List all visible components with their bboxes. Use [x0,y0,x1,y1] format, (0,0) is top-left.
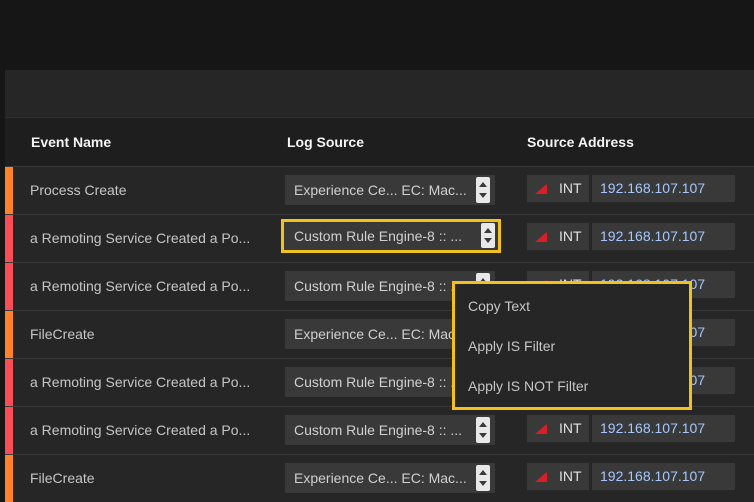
table-row[interactable]: Process Create Experience Ce... EC: Mac..… [5,166,754,214]
severity-indicator [5,359,13,406]
stepper-icon[interactable] [481,223,495,248]
warning-triangle-icon [535,472,547,482]
table-row[interactable]: a Remoting Service Created a Po... Custom… [5,406,754,454]
chevron-down-icon[interactable] [479,433,487,438]
network-type-label: INT [559,228,582,244]
menu-item-copy-text[interactable]: Copy Text [468,298,530,314]
warning-triangle-icon [535,184,547,194]
menu-item-apply-is-not-filter[interactable]: Apply IS NOT Filter [468,378,588,394]
severity-indicator [5,407,13,454]
event-name-cell[interactable]: a Remoting Service Created a Po... [30,359,250,406]
chevron-up-icon[interactable] [479,470,487,475]
column-header-event-name[interactable]: Event Name [31,118,111,166]
source-ip-link[interactable]: 192.168.107.107 [600,175,705,202]
stepper-icon[interactable] [476,417,490,443]
chevron-down-icon[interactable] [479,481,487,486]
chevron-up-icon[interactable] [479,422,487,427]
top-bar [0,0,754,70]
stepper-icon[interactable] [476,465,490,491]
severity-indicator [5,311,13,358]
source-ip-field[interactable]: 192.168.107.107 [592,223,735,250]
chevron-up-icon[interactable] [479,182,487,187]
log-source-field[interactable]: Experience Ce... EC: Mac... [285,463,495,493]
log-source-text: Experience Ce... EC: Mac... [294,470,467,486]
source-ip-field[interactable]: 192.168.107.107 [592,415,735,442]
context-menu: Copy Text Apply IS Filter Apply IS NOT F… [452,281,692,410]
event-name-cell[interactable]: FileCreate [30,455,95,502]
network-type-badge: INT [527,415,589,442]
table-row[interactable]: FileCreate Experience Ce... EC: Mac... INT… [5,454,754,502]
chevron-up-icon[interactable] [484,228,492,233]
log-source-text: Experience Ce... EC: Mac... [294,182,467,198]
table-row[interactable]: a Remoting Service Created a Po... Custom… [5,214,754,262]
source-ip-field[interactable]: 192.168.107.107 [592,463,735,490]
stepper-icon[interactable] [476,177,490,203]
log-source-text: Custom Rule Engine-8 :: ... [294,278,463,294]
source-ip-link[interactable]: 192.168.107.107 [600,415,705,442]
network-type-label: INT [559,180,582,196]
event-name-cell[interactable]: FileCreate [30,311,95,358]
network-type-badge: INT [527,223,589,250]
column-header-source-address[interactable]: Source Address [527,118,634,166]
panel-toolbar [5,70,754,118]
table-header: Event Name Log Source Source Address [5,118,754,166]
event-name-cell[interactable]: Process Create [30,167,126,214]
log-source-field[interactable]: Custom Rule Engine-8 :: ... [285,415,495,445]
event-name-cell[interactable]: a Remoting Service Created a Po... [30,215,250,262]
severity-indicator [5,215,13,262]
log-source-text: Custom Rule Engine-8 :: ... [294,228,463,244]
source-ip-field[interactable]: 192.168.107.107 [592,175,735,202]
log-source-field[interactable]: Experience Ce... EC: Mac... [285,175,495,205]
chevron-down-icon[interactable] [484,238,492,243]
column-header-log-source[interactable]: Log Source [287,118,364,166]
network-type-label: INT [559,420,582,436]
network-type-label: INT [559,468,582,484]
network-type-badge: INT [527,463,589,490]
event-name-cell[interactable]: a Remoting Service Created a Po... [30,407,250,454]
menu-item-apply-is-filter[interactable]: Apply IS Filter [468,338,555,354]
severity-indicator [5,263,13,310]
chevron-down-icon[interactable] [479,193,487,198]
warning-triangle-icon [535,232,547,242]
log-source-text: Custom Rule Engine-8 :: ... [294,422,463,438]
source-ip-link[interactable]: 192.168.107.107 [600,223,705,250]
event-name-cell[interactable]: a Remoting Service Created a Po... [30,263,250,310]
network-type-badge: INT [527,175,589,202]
severity-indicator [5,455,13,502]
log-source-text: Experience Ce... EC: Mac... [294,326,467,342]
log-source-field[interactable]: Custom Rule Engine-8 :: ... [281,219,501,253]
severity-indicator [5,167,13,214]
warning-triangle-icon [535,424,547,434]
log-source-text: Custom Rule Engine-8 :: ... [294,374,463,390]
source-ip-link[interactable]: 192.168.107.107 [600,463,705,490]
